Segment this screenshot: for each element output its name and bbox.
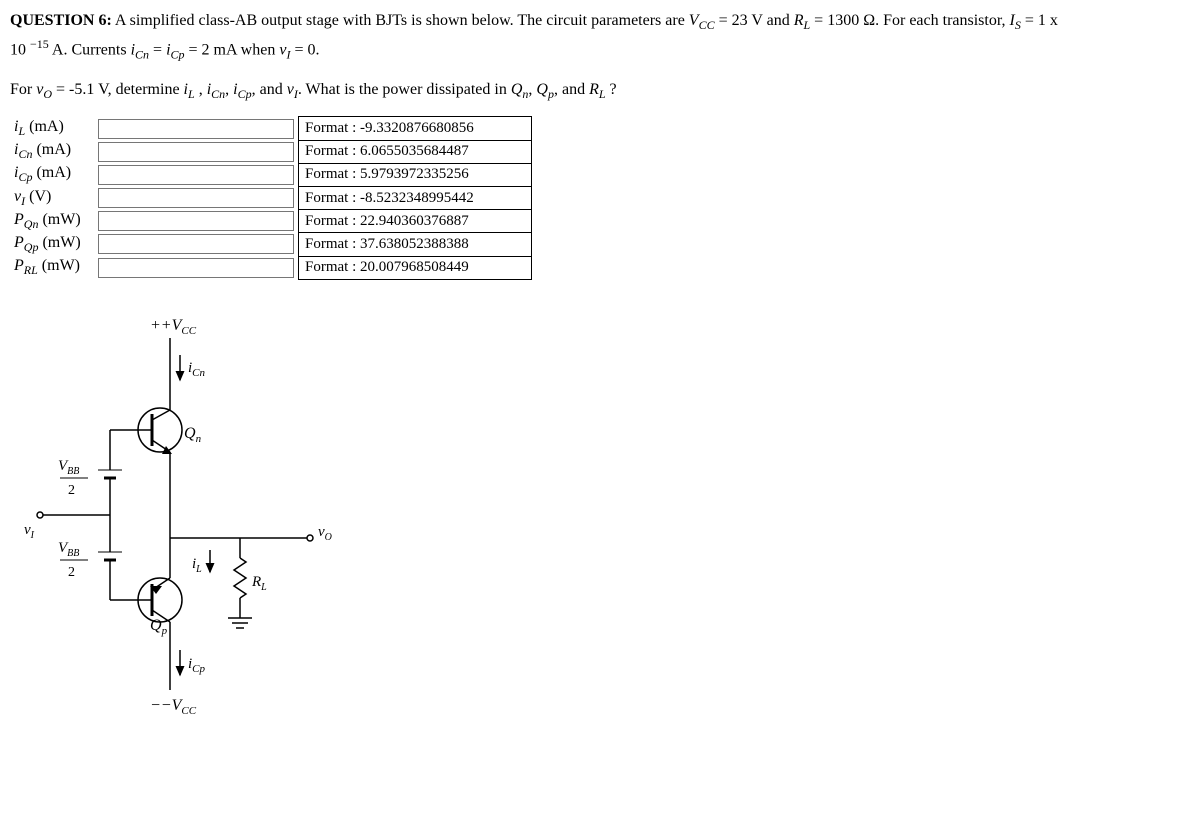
- circuit-diagram: ++VCC iCn Qn Qp iCp −−VCC: [20, 310, 340, 730]
- format-hint: Format : -9.3320876680856: [299, 117, 532, 140]
- format-hint: Format : 6.0655035684487: [299, 140, 532, 163]
- format-hint: Format : 22.940360376887: [299, 210, 532, 233]
- answer-label: iCp (mA): [10, 163, 94, 186]
- answer-input[interactable]: [98, 211, 294, 231]
- svg-text:VBB: VBB: [58, 458, 79, 477]
- svg-text:Qp: Qp: [150, 617, 168, 637]
- answer-table: iL (mA)Format : -9.3320876680856iCn (mA)…: [10, 116, 532, 279]
- question-label: QUESTION 6:: [10, 12, 112, 29]
- answer-row: PQp (mW) Format : 37.638052388388: [10, 233, 532, 256]
- answer-label: PQp (mW): [10, 233, 94, 256]
- answer-label: vI (V): [10, 187, 94, 210]
- svg-text:2: 2: [68, 483, 75, 498]
- answer-row: PRL (mW) Format : 20.007968508449: [10, 256, 532, 279]
- answer-input[interactable]: [98, 142, 294, 162]
- format-hint: Format : 20.007968508449: [299, 256, 532, 279]
- svg-text:−−VCC: −−VCC: [150, 697, 197, 717]
- question-paragraph-2: For vO = -5.1 V, determine iL , iCn, iCp…: [10, 77, 1190, 104]
- svg-text:2: 2: [68, 565, 75, 580]
- svg-text:vO: vO: [318, 524, 332, 543]
- svg-text:++VCC: ++VCC: [150, 317, 197, 337]
- answer-input[interactable]: [98, 119, 294, 139]
- answer-input[interactable]: [98, 234, 294, 254]
- svg-text:vI: vI: [24, 522, 35, 541]
- answer-label: PRL (mW): [10, 256, 94, 279]
- answer-row: iCn (mA) Format : 6.0655035684487: [10, 140, 532, 163]
- svg-text:iCn: iCn: [188, 360, 206, 379]
- answer-input[interactable]: [98, 188, 294, 208]
- format-hint: Format : -8.5232348995442: [299, 187, 532, 210]
- answer-label: iCn (mA): [10, 140, 94, 163]
- format-hint: Format : 37.638052388388: [299, 233, 532, 256]
- answer-input[interactable]: [98, 165, 294, 185]
- svg-text:RL: RL: [251, 574, 267, 593]
- answer-input[interactable]: [98, 258, 294, 278]
- svg-text:iCp: iCp: [188, 656, 206, 675]
- answer-label: iL (mA): [10, 117, 94, 140]
- answer-row: PQn (mW) Format : 22.940360376887: [10, 210, 532, 233]
- format-hint: Format : 5.9793972335256: [299, 163, 532, 186]
- svg-text:iL: iL: [192, 556, 202, 575]
- svg-text:VBB: VBB: [58, 540, 79, 559]
- answer-row: vI (V) Format : -8.5232348995442: [10, 187, 532, 210]
- question-paragraph-1: QUESTION 6: A simplified class-AB output…: [10, 8, 1190, 65]
- answer-row: iL (mA) Format : -9.3320876680856: [10, 117, 532, 140]
- svg-text:Qn: Qn: [184, 425, 202, 445]
- answer-row: iCp (mA) Format : 5.9793972335256: [10, 163, 532, 186]
- answer-label: PQn (mW): [10, 210, 94, 233]
